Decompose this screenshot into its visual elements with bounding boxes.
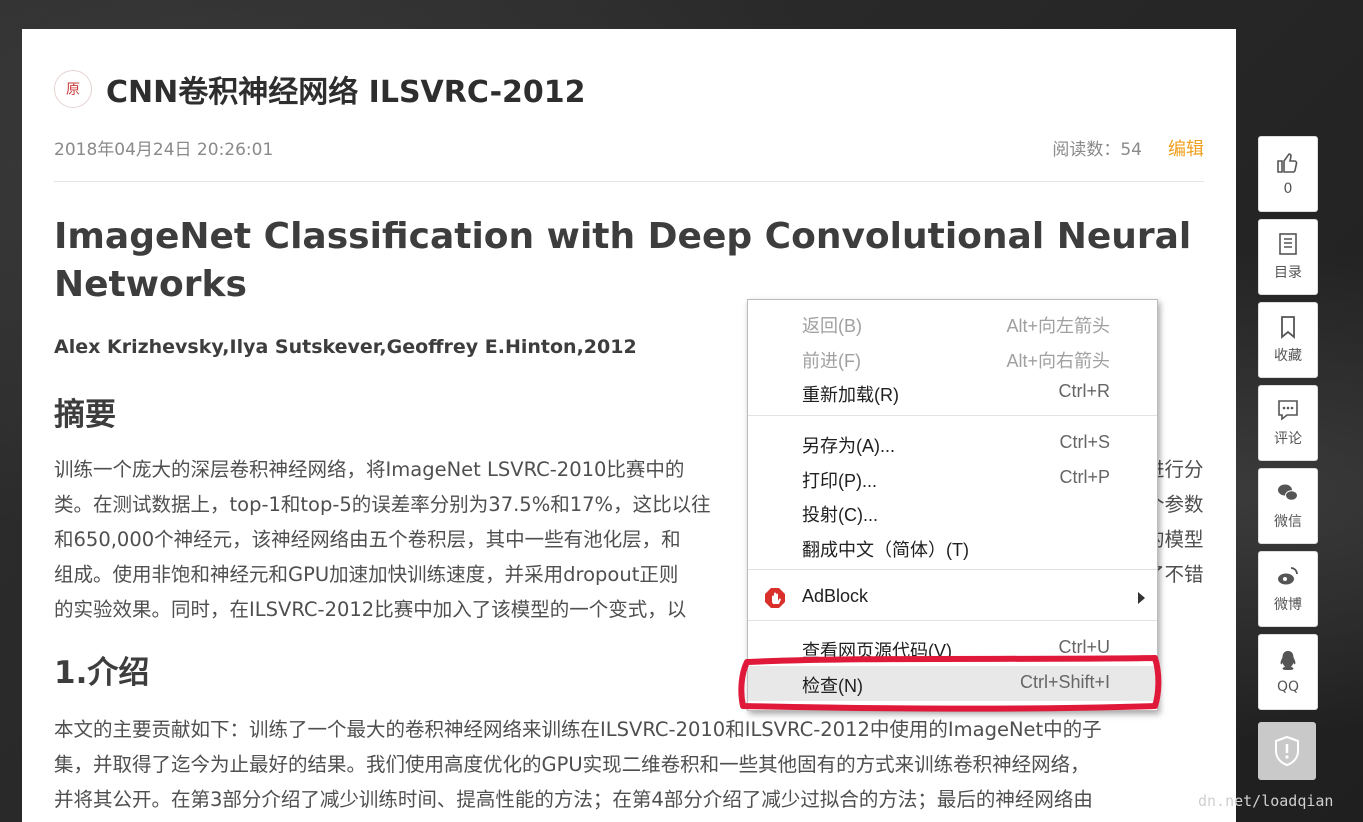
menu-item-reload[interactable]: 重新加载(R) Ctrl+R: [748, 375, 1157, 410]
text-line: 本文的主要贡献如下：训练了一个最大的卷积神经网络来训练在ILSVRC-2010和…: [54, 718, 1102, 741]
menu-item-shortcut: Ctrl+P: [1059, 467, 1110, 487]
menu-item-label: 翻成中文（简体）(T): [802, 540, 969, 560]
menu-item-shortcut: Ctrl+U: [1058, 637, 1110, 657]
menu-item-shortcut: Alt+向左箭头: [1006, 316, 1110, 336]
publish-date: 2018年04月24日 20:26:01: [54, 140, 274, 160]
paper-heading: ImageNet Classification with Deep Convol…: [54, 216, 1192, 305]
like-button[interactable]: 0: [1258, 136, 1318, 212]
bookmark-icon: [1281, 316, 1295, 339]
paper-authors: Alex Krizhevsky,Ilya Sutskever,Geoffrey …: [54, 336, 637, 358]
menu-item-shortcut: Alt+向右箭头: [1006, 351, 1110, 371]
context-menu: 返回(B) Alt+向左箭头 前进(F) Alt+向右箭头 重新加载(R) Ct…: [747, 299, 1158, 711]
qq-penguin-icon: [1280, 651, 1296, 670]
article-title: CNN卷积神经网络 ILSVRC-2012: [106, 75, 586, 110]
abstract-heading: 摘要: [54, 397, 116, 433]
menu-item-translate[interactable]: 翻成中文（简体）(T): [748, 530, 1157, 565]
toc-label: 目录: [1274, 265, 1302, 281]
comment-icon: [1278, 400, 1298, 421]
menu-separator: [748, 620, 1157, 621]
menu-item-shortcut: Ctrl+R: [1058, 381, 1110, 401]
wechat-icon: [1278, 484, 1298, 501]
comment-button[interactable]: 评论: [1258, 385, 1318, 461]
comment-label: 评论: [1274, 431, 1302, 447]
menu-item-cast[interactable]: 投射(C)...: [748, 495, 1157, 530]
menu-item-label: 投射(C)...: [802, 505, 878, 525]
menu-item-label: 打印(P)...: [802, 471, 877, 491]
text-line: 集，并取得了迄今为止最好的结果。我们使用高度优化的GPU实现二维卷积和一些其他固…: [54, 753, 1090, 776]
wechat-label: 微信: [1274, 514, 1302, 530]
menu-item-inspect[interactable]: 检查(N) Ctrl+Shift+I: [748, 666, 1157, 701]
weibo-icon: [1278, 567, 1298, 585]
article-toolbar: 0 目录 收藏 评论 微信 微博 QQ: [1258, 136, 1318, 780]
favorite-button[interactable]: 收藏: [1258, 302, 1318, 378]
menu-item-print[interactable]: 打印(P)... Ctrl+P: [748, 461, 1157, 496]
watermark: dn.net/loadqian: [1198, 792, 1334, 810]
menu-item-label: AdBlock: [802, 586, 869, 606]
title-row: 原 CNN卷积神经网络 ILSVRC-2012: [54, 67, 586, 111]
wechat-share-button[interactable]: 微信: [1258, 468, 1318, 544]
menu-item-back[interactable]: 返回(B) Alt+向左箭头: [748, 306, 1157, 341]
menu-item-label: 另存为(A)...: [802, 436, 895, 456]
edit-link[interactable]: 编辑: [1168, 135, 1204, 161]
weibo-share-button[interactable]: 微博: [1258, 551, 1318, 627]
menu-item-view-source[interactable]: 查看网页源代码(V) Ctrl+U: [748, 631, 1157, 666]
qq-label: QQ: [1276, 679, 1300, 695]
report-button[interactable]: [1258, 722, 1316, 780]
menu-item-shortcut: Ctrl+Shift+I: [1019, 672, 1110, 692]
menu-item-label: 检查(N): [802, 676, 863, 696]
submenu-arrow-icon: [1138, 592, 1145, 604]
article-meta: 2018年04月24日 20:26:01 阅读数：54 编辑: [54, 135, 1204, 161]
thumbs-up-icon: [1277, 153, 1298, 173]
intro-heading: 1.介绍: [54, 655, 150, 691]
original-badge: 原: [54, 70, 92, 108]
menu-item-label: 重新加载(R): [802, 385, 899, 405]
qq-share-button[interactable]: QQ: [1258, 634, 1318, 710]
menu-item-save-as[interactable]: 另存为(A)... Ctrl+S: [748, 426, 1157, 461]
menu-item-label: 返回(B): [802, 316, 862, 336]
menu-separator: [748, 569, 1157, 570]
divider: [54, 181, 1204, 182]
text-line: 并将其公开。在第3部分介绍了减少训练时间、提高性能的方法；在第4部分介绍了减少过…: [54, 788, 1093, 811]
like-count: 0: [1283, 181, 1293, 197]
weibo-label: 微博: [1274, 597, 1302, 613]
menu-item-shortcut: Ctrl+S: [1059, 432, 1110, 452]
menu-item-adblock[interactable]: AdBlock: [748, 580, 1157, 615]
adblock-hand-icon: [765, 588, 785, 608]
menu-item-forward[interactable]: 前进(F) Alt+向右箭头: [748, 341, 1157, 376]
menu-separator: [748, 415, 1157, 416]
toc-button[interactable]: 目录: [1258, 219, 1318, 295]
menu-item-label: 查看网页源代码(V): [802, 641, 952, 661]
document-list-icon: [1279, 233, 1297, 255]
favorite-label: 收藏: [1274, 348, 1302, 364]
menu-item-label: 前进(F): [802, 351, 861, 371]
shield-alert-icon: [1275, 735, 1299, 767]
read-count: 阅读数：54: [1052, 140, 1142, 160]
